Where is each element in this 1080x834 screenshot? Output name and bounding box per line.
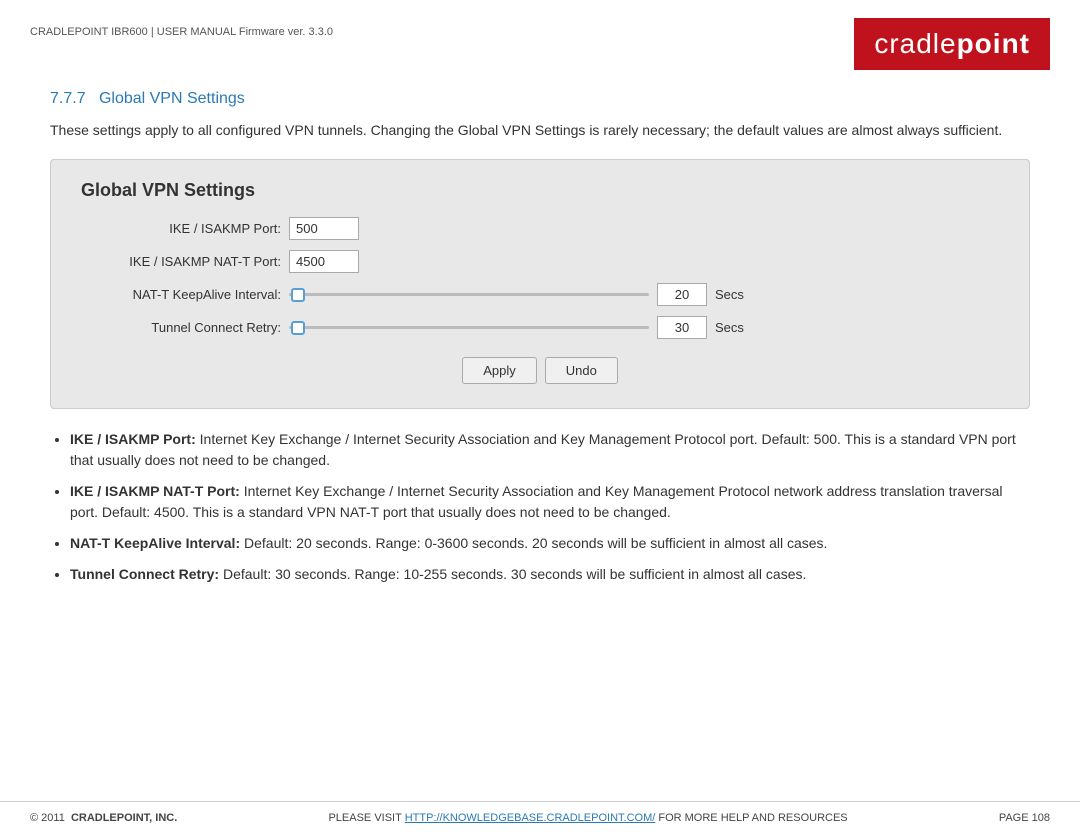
natt-keepalive-slider-thumb[interactable] bbox=[291, 288, 305, 302]
footer-center-prefix: PLEASE VISIT bbox=[328, 812, 404, 824]
natt-keepalive-row: NAT-T KeepAlive Interval: Secs bbox=[81, 283, 999, 306]
footer-right: PAGE 108 bbox=[999, 812, 1050, 824]
tunnel-retry-slider-container: Secs bbox=[289, 316, 744, 339]
tunnel-retry-row: Tunnel Connect Retry: Secs bbox=[81, 316, 999, 339]
section-heading: 7.7.7 Global VPN Settings bbox=[50, 90, 1030, 108]
ike-nat-port-row: IKE / ISAKMP NAT-T Port: bbox=[81, 250, 999, 273]
global-vpn-settings-box: Global VPN Settings IKE / ISAKMP Port: I… bbox=[50, 159, 1030, 409]
intro-paragraph: These settings apply to all configured V… bbox=[50, 120, 1030, 141]
button-row: Apply Undo bbox=[81, 357, 999, 384]
list-item-bold: IKE / ISAKMP NAT-T Port: bbox=[70, 483, 240, 499]
footer-link[interactable]: HTTP://KNOWLEDGEBASE.CRADLEPOINT.COM/ bbox=[405, 812, 656, 824]
footer-left: © 2011 CRADLEPOINT, INC. bbox=[30, 812, 177, 824]
footer-center: PLEASE VISIT HTTP://KNOWLEDGEBASE.CRADLE… bbox=[328, 812, 847, 824]
list-item: IKE / ISAKMP NAT-T Port: Internet Key Ex… bbox=[70, 481, 1030, 523]
ike-nat-port-label: IKE / ISAKMP NAT-T Port: bbox=[81, 254, 281, 269]
undo-button[interactable]: Undo bbox=[545, 357, 618, 384]
natt-keepalive-slider-container: Secs bbox=[289, 283, 744, 306]
logo: cradlepoint bbox=[874, 28, 1030, 60]
natt-keepalive-value-input[interactable] bbox=[657, 283, 707, 306]
list-item-text: Internet Key Exchange / Internet Securit… bbox=[70, 431, 1016, 468]
footer-page: PAGE 108 bbox=[999, 812, 1050, 824]
list-item: IKE / ISAKMP Port: Internet Key Exchange… bbox=[70, 429, 1030, 471]
document-title: CRADLEPOINT IBR600 | USER MANUAL Firmwar… bbox=[30, 26, 333, 38]
ike-port-row: IKE / ISAKMP Port: bbox=[81, 217, 999, 240]
section-title-text: Global VPN Settings bbox=[99, 90, 245, 107]
ike-port-label: IKE / ISAKMP Port: bbox=[81, 221, 281, 236]
list-item-text: Default: 30 seconds. Range: 10-255 secon… bbox=[223, 566, 806, 582]
list-item: NAT-T KeepAlive Interval: Default: 20 se… bbox=[70, 533, 1030, 554]
bullet-list: IKE / ISAKMP Port: Internet Key Exchange… bbox=[70, 429, 1030, 585]
list-item-text: Default: 20 seconds. Range: 0-3600 secon… bbox=[244, 535, 827, 551]
header: CRADLEPOINT IBR600 | USER MANUAL Firmwar… bbox=[0, 0, 1080, 80]
natt-keepalive-slider-line bbox=[289, 293, 649, 296]
tunnel-retry-value-input[interactable] bbox=[657, 316, 707, 339]
settings-box-title: Global VPN Settings bbox=[81, 180, 999, 201]
footer-company: CRADLEPOINT, INC. bbox=[71, 812, 177, 824]
tunnel-retry-slider-thumb[interactable] bbox=[291, 321, 305, 335]
section-number: 7.7.7 bbox=[50, 90, 86, 107]
logo-box: cradlepoint bbox=[854, 18, 1050, 70]
list-item: Tunnel Connect Retry: Default: 30 second… bbox=[70, 564, 1030, 585]
list-item-bold: IKE / ISAKMP Port: bbox=[70, 431, 196, 447]
tunnel-retry-label: Tunnel Connect Retry: bbox=[81, 320, 281, 335]
footer: © 2011 CRADLEPOINT, INC. PLEASE VISIT HT… bbox=[0, 801, 1080, 834]
natt-keepalive-unit: Secs bbox=[715, 287, 744, 302]
ike-port-input[interactable] bbox=[289, 217, 359, 240]
natt-keepalive-slider-track[interactable] bbox=[289, 286, 649, 304]
natt-keepalive-label: NAT-T KeepAlive Interval: bbox=[81, 287, 281, 302]
list-item-bold: NAT-T KeepAlive Interval: bbox=[70, 535, 240, 551]
tunnel-retry-slider-track[interactable] bbox=[289, 319, 649, 337]
tunnel-retry-unit: Secs bbox=[715, 320, 744, 335]
apply-button[interactable]: Apply bbox=[462, 357, 537, 384]
tunnel-retry-slider-line bbox=[289, 326, 649, 329]
footer-center-suffix: FOR MORE HELP AND RESOURCES bbox=[658, 812, 847, 824]
list-item-bold: Tunnel Connect Retry: bbox=[70, 566, 219, 582]
ike-nat-port-input[interactable] bbox=[289, 250, 359, 273]
main-content: 7.7.7 Global VPN Settings These settings… bbox=[0, 80, 1080, 605]
